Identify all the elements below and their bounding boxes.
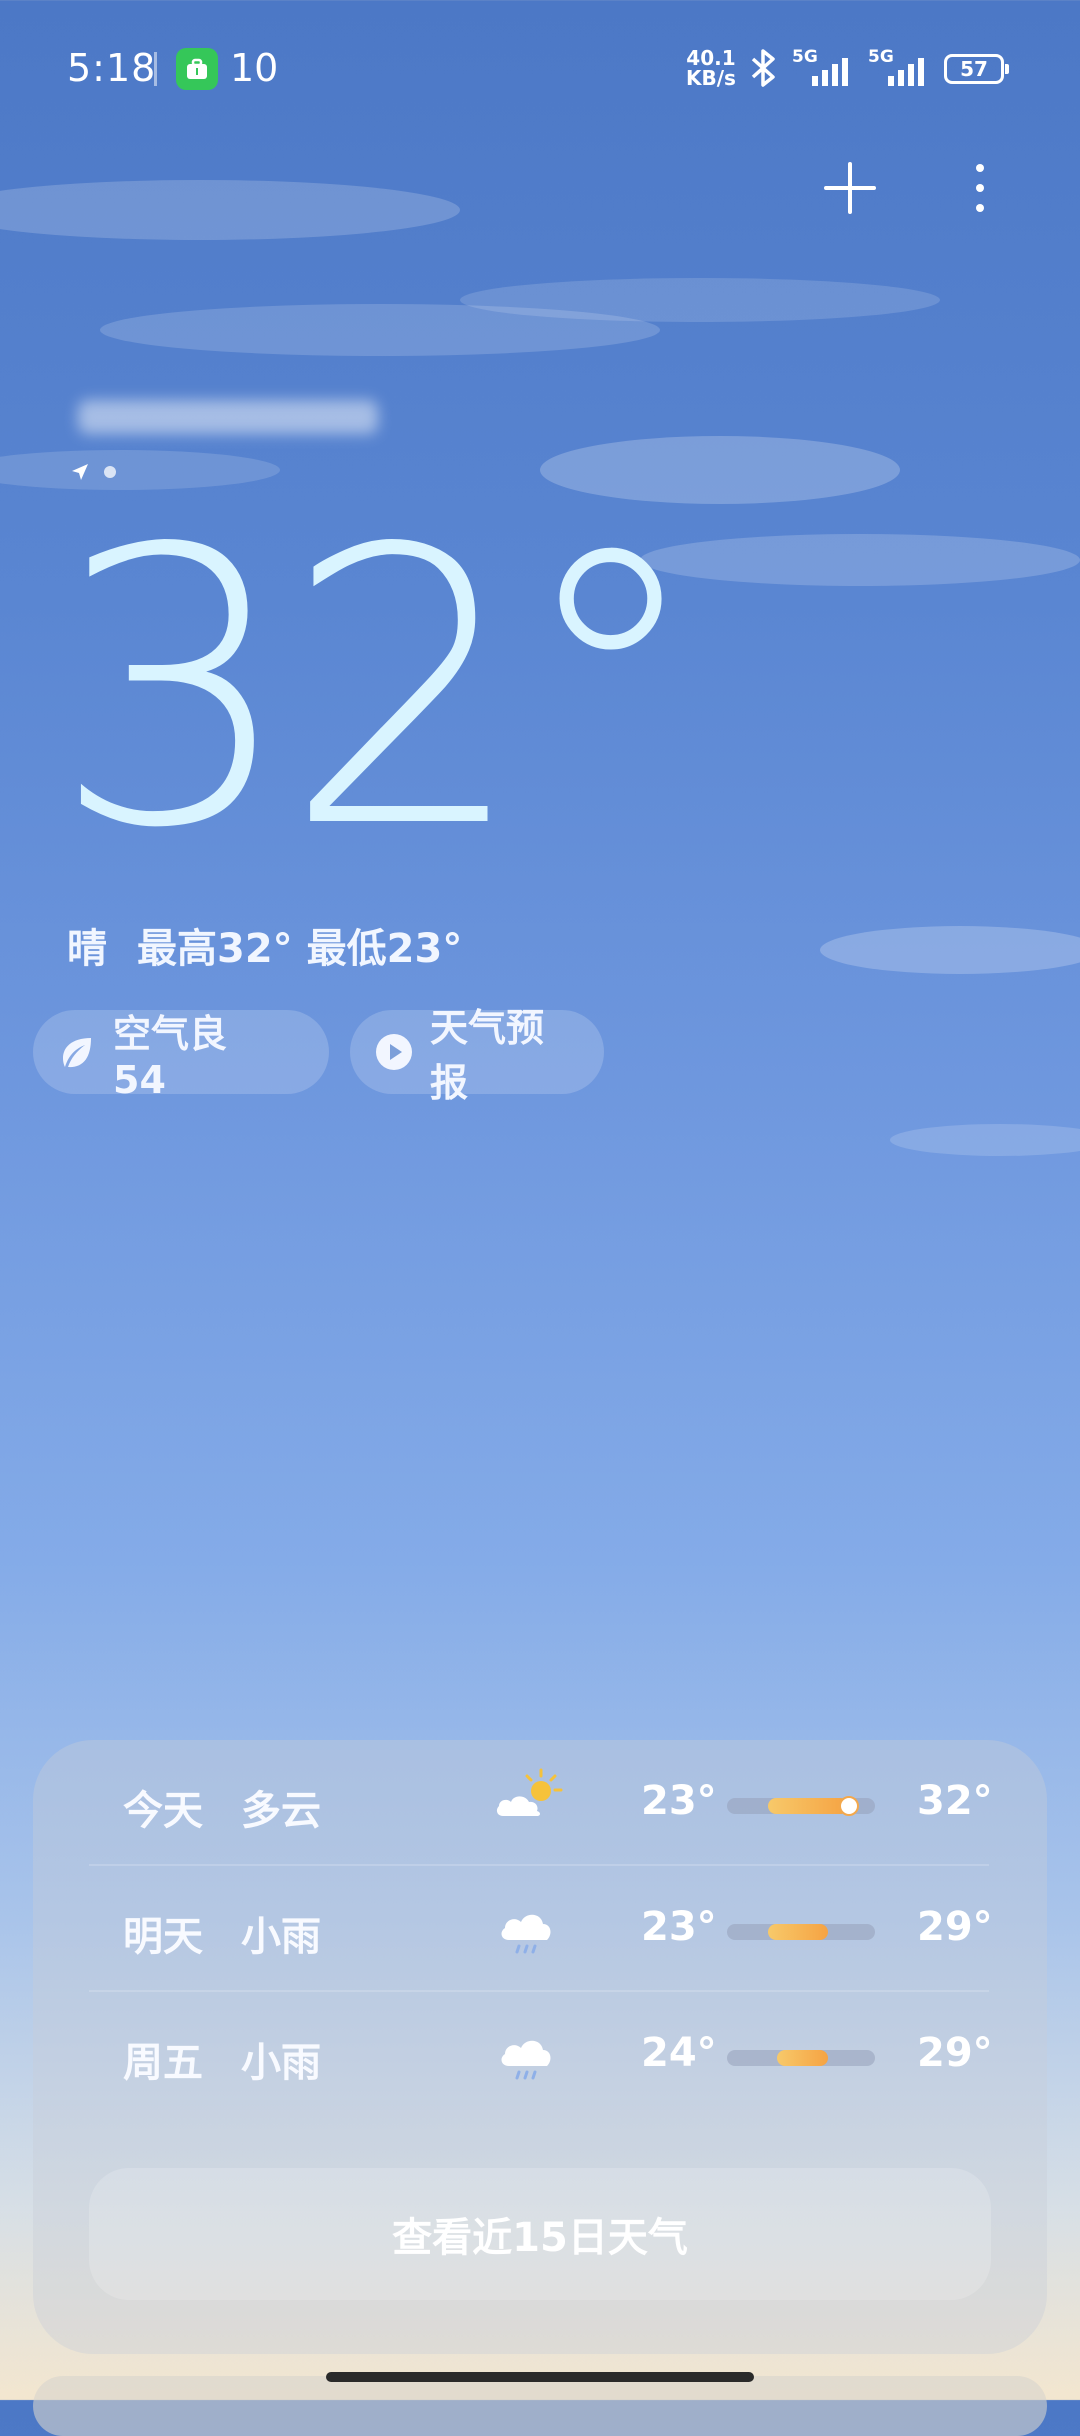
signal-sim1-icon: 5G xyxy=(792,47,848,86)
play-circle-icon xyxy=(374,1032,414,1072)
forecast-condition: 小雨 xyxy=(241,2040,321,2086)
forecast-condition: 多云 xyxy=(241,1788,321,1834)
forecast-card: 今天 多云 23° 32° 明天 小雨 23° 29° 周五 小雨 24° 29… xyxy=(33,1740,1047,2354)
temperature-range-bar xyxy=(727,2050,875,2066)
forecast-row-friday[interactable]: 周五 小雨 24° 29° xyxy=(89,1992,993,2116)
view-15-day-forecast-button[interactable]: 查看近15日天气 xyxy=(89,2168,991,2300)
forecast-high: 29° xyxy=(917,2030,993,2076)
air-quality-chip[interactable]: 空气良 54 xyxy=(33,1010,329,1102)
temperature-range-fill xyxy=(777,2050,828,2066)
sim1-label: 5G xyxy=(792,47,818,67)
forecast-high: 29° xyxy=(917,1904,993,1950)
forecast-day: 明天 xyxy=(123,1914,203,1960)
add-city-button[interactable] xyxy=(820,158,880,218)
temperature-range-bar xyxy=(727,1924,875,1940)
home-indicator[interactable] xyxy=(326,2372,754,2382)
status-time: 5:18 xyxy=(67,46,157,90)
network-speed-unit: KB/s xyxy=(686,66,736,90)
bluetooth-icon xyxy=(751,49,775,87)
status-bar: 5:18 10 40.1 KB/s 5G 5G 57 xyxy=(0,0,1080,140)
forecast-row-tomorrow[interactable]: 明天 小雨 23° 29° xyxy=(89,1866,993,1990)
today-low: 最低23° xyxy=(306,926,463,972)
today-high: 最高32° xyxy=(137,926,293,972)
network-speed: 40.1 KB/s xyxy=(686,48,736,88)
weather-forecast-label: 天气预报 xyxy=(430,1006,545,1105)
temperature-range-fill xyxy=(768,1924,828,1940)
status-separator xyxy=(154,52,157,86)
current-temperature-marker xyxy=(839,1796,860,1816)
current-temperature: 32° xyxy=(52,468,706,911)
air-quality-label: 空气良 54 xyxy=(113,1011,228,1102)
notification-app-icon xyxy=(176,48,218,90)
partly-cloudy-icon xyxy=(496,1768,563,1816)
light-rain-icon xyxy=(501,1914,551,1954)
weather-forecast-chip[interactable]: 天气预报 xyxy=(350,1006,604,1105)
forecast-condition: 小雨 xyxy=(241,1914,321,1960)
forecast-low: 24° xyxy=(641,2030,717,2076)
forecast-row-today[interactable]: 今天 多云 23° 32° xyxy=(89,1740,993,1864)
more-options-button[interactable] xyxy=(960,158,1000,218)
city-name-blurred[interactable] xyxy=(78,394,418,440)
temperature-range-bar xyxy=(727,1796,875,1816)
sim2-label: 5G xyxy=(868,47,894,67)
leaf-icon xyxy=(57,1032,97,1072)
notification-count: 10 xyxy=(230,46,279,90)
signal-sim2-icon: 5G xyxy=(868,47,924,86)
forecast-day: 周五 xyxy=(123,2040,203,2086)
today-summary: 晴 最高32° 最低23° xyxy=(67,916,462,974)
light-rain-icon xyxy=(501,2040,551,2080)
network-speed-value: 40.1 xyxy=(686,46,736,70)
temperature-range-fill xyxy=(768,1798,849,1814)
current-condition: 晴 xyxy=(67,926,107,972)
battery-indicator: 57 xyxy=(944,54,1009,84)
forecast-high: 32° xyxy=(917,1778,993,1824)
forecast-low: 23° xyxy=(641,1778,717,1824)
next-section-card xyxy=(33,2376,1047,2436)
forecast-day: 今天 xyxy=(123,1788,203,1834)
forecast-low: 23° xyxy=(641,1904,717,1950)
